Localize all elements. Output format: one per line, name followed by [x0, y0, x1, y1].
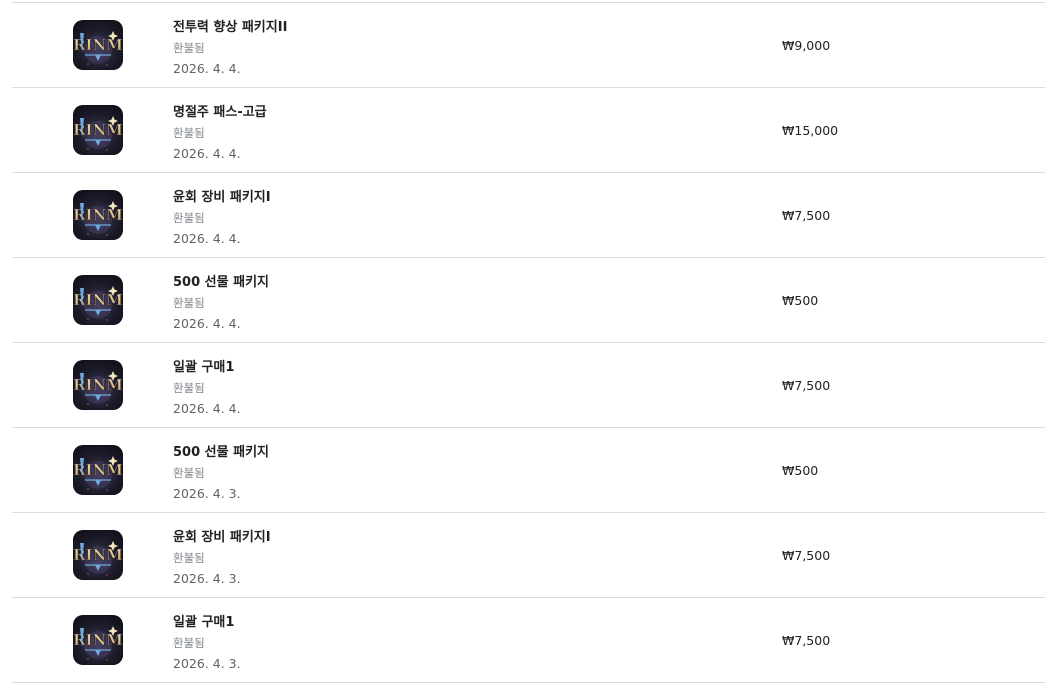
purchase-price: ₩7,500	[782, 548, 831, 563]
purchase-price: ₩7,500	[782, 633, 831, 648]
svg-text:RINM: RINM	[73, 291, 123, 309]
purchase-price: ₩7,500	[782, 208, 831, 223]
purchase-row[interactable]: RINM 일괄 구매1 환불됨 2026. 4. 3. ₩7,500	[12, 598, 1045, 683]
rinm-app-icon[interactable]: RINM	[73, 615, 123, 665]
svg-text:RINM: RINM	[73, 121, 123, 139]
purchase-row[interactable]: RINM 500 선물 패키지 환불됨 2026. 4. 4. ₩500	[12, 258, 1045, 343]
rinm-app-icon[interactable]: RINM	[73, 360, 123, 410]
purchase-date: 2026. 4. 4.	[173, 231, 241, 246]
purchase-date: 2026. 4. 4.	[173, 316, 241, 331]
purchase-status: 환불됨	[173, 636, 205, 650]
purchase-title[interactable]: 전투력 향상 패키지II	[173, 16, 287, 35]
purchase-price: ₩9,000	[782, 38, 831, 53]
purchase-row[interactable]: RINM 윤회 장비 패키지I 환불됨 2026. 4. 4. ₩7,500	[12, 173, 1045, 258]
rinm-app-icon[interactable]: RINM	[73, 190, 123, 240]
svg-text:RINM: RINM	[73, 206, 123, 224]
svg-text:RINM: RINM	[73, 376, 123, 394]
rinm-app-icon[interactable]: RINM	[73, 530, 123, 580]
rinm-app-icon[interactable]: RINM	[73, 275, 123, 325]
purchase-row[interactable]: RINM 500 선물 패키지 환불됨 2026. 4. 3. ₩500	[12, 428, 1045, 513]
purchase-status: 환불됨	[173, 126, 205, 140]
purchase-status: 환불됨	[173, 41, 205, 55]
purchase-status: 환불됨	[173, 296, 205, 310]
svg-text:RINM: RINM	[73, 546, 123, 564]
purchase-status: 환불됨	[173, 551, 205, 565]
purchase-title[interactable]: 윤회 장비 패키지I	[173, 526, 271, 545]
purchase-title[interactable]: 일괄 구매1	[173, 356, 234, 375]
purchase-date: 2026. 4. 3.	[173, 571, 241, 586]
purchase-row[interactable]: RINM 명절주 패스-고급 환불됨 2026. 4. 4. ₩15,000	[12, 88, 1045, 173]
purchase-row[interactable]: RINM 전투력 향상 패키지II 환불됨 2026. 4. 4. ₩9,000	[12, 3, 1045, 88]
purchase-row[interactable]: RINM 윤회 장비 패키지I 환불됨 2026. 4. 3. ₩7,500	[12, 513, 1045, 598]
purchase-price: ₩15,000	[782, 123, 839, 138]
purchase-price: ₩7,500	[782, 378, 831, 393]
purchase-status: 환불됨	[173, 466, 205, 480]
purchase-title[interactable]: 윤회 장비 패키지I	[173, 186, 271, 205]
purchase-date: 2026. 4. 4.	[173, 61, 241, 76]
purchase-date: 2026. 4. 4.	[173, 146, 241, 161]
svg-text:RINM: RINM	[73, 36, 123, 54]
purchase-status: 환불됨	[173, 211, 205, 225]
purchase-date: 2026. 4. 3.	[173, 486, 241, 501]
rinm-app-icon[interactable]: RINM	[73, 20, 123, 70]
purchase-status: 환불됨	[173, 381, 205, 395]
svg-text:RINM: RINM	[73, 631, 123, 649]
purchase-date: 2026. 4. 4.	[173, 401, 241, 416]
rinm-app-icon[interactable]: RINM	[73, 105, 123, 155]
purchase-title[interactable]: 일괄 구매1	[173, 611, 234, 630]
purchase-history-list: RINM 전투력 향상 패키지II 환불됨 2026. 4. 4. ₩9,000…	[12, 2, 1045, 683]
svg-text:RINM: RINM	[73, 461, 123, 479]
rinm-app-icon[interactable]: RINM	[73, 445, 123, 495]
purchase-title[interactable]: 500 선물 패키지	[173, 271, 269, 290]
purchase-date: 2026. 4. 3.	[173, 656, 241, 671]
purchase-title[interactable]: 명절주 패스-고급	[173, 101, 267, 120]
purchase-price: ₩500	[782, 463, 819, 478]
purchase-row[interactable]: RINM 일괄 구매1 환불됨 2026. 4. 4. ₩7,500	[12, 343, 1045, 428]
purchase-title[interactable]: 500 선물 패키지	[173, 441, 269, 460]
purchase-price: ₩500	[782, 293, 819, 308]
